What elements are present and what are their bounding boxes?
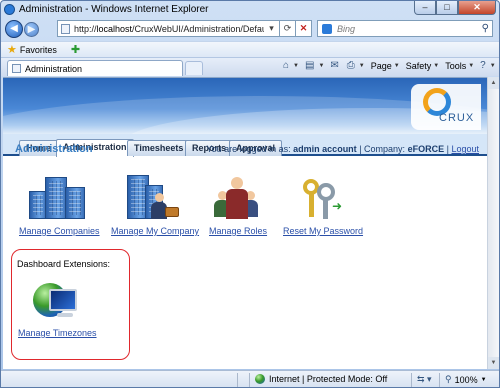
back-button[interactable]: ◀ (5, 20, 23, 38)
favorites-bar: ★ Favorites ✚ (1, 41, 499, 57)
browser-tab-label: Administration (25, 63, 83, 74)
protected-mode-icon[interactable]: ⇆ ▾ (417, 374, 432, 385)
favorites-button[interactable]: ★ Favorites (7, 43, 57, 56)
search-icon[interactable]: ⚲ (482, 23, 489, 34)
page-menu-label: Page (370, 60, 392, 71)
stop-icon[interactable]: ✕ (296, 20, 312, 37)
logo-text: CRUX (439, 112, 475, 124)
tile-reset-my-password: ➜ Reset My Password (283, 173, 363, 237)
zoom-icon: ⚲ (445, 374, 452, 384)
refresh-icon[interactable]: ⟳ (280, 20, 296, 37)
print-button[interactable]: ⎙ ▼ (347, 60, 365, 71)
tools-menu[interactable]: Tools ▼ (445, 61, 474, 71)
mail-icon: ✉ (330, 60, 339, 71)
reset-password-link[interactable]: Reset My Password (283, 226, 363, 236)
tile-manage-roles: Manage Roles (209, 173, 267, 237)
tile-manage-companies: Manage Companies (19, 173, 100, 237)
maximize-button[interactable]: □ (436, 1, 458, 15)
print-icon: ⎙ (346, 60, 355, 71)
manage-companies-link[interactable]: Manage Companies (19, 226, 100, 236)
monitor-icon (49, 289, 77, 311)
dashboard-extensions-title: Dashboard Extensions: (17, 259, 111, 269)
status-bar: Internet | Protected Mode: Off ⇆ ▾ ⚲ 100… (1, 370, 499, 387)
company-prefix: | Company: (359, 144, 406, 154)
address-buttons: ▾ ⟳ ✕ (264, 20, 312, 37)
new-tab-button[interactable] (185, 61, 203, 75)
app-banner: CRUX (3, 78, 487, 134)
people-icon (212, 173, 262, 221)
favorites-star-icon: ★ (7, 44, 17, 56)
internet-zone-icon (255, 374, 265, 384)
home-icon: ⌂ (283, 60, 290, 71)
title-bar: Administration - Windows Internet Explor… (1, 1, 499, 17)
buildings-icon (27, 173, 87, 221)
zone-text: Internet | Protected Mode: Off (269, 374, 388, 384)
browser-tab[interactable]: Administration (7, 60, 183, 76)
browser-window: Administration - Windows Internet Explor… (0, 0, 500, 388)
login-user: admin account (293, 144, 357, 154)
scroll-up-icon[interactable]: ▲ (488, 77, 499, 89)
security-zone[interactable]: Internet | Protected Mode: Off (255, 374, 387, 384)
logout-link[interactable]: Logout (451, 144, 479, 154)
page-menu[interactable]: Page ▼ (371, 61, 400, 71)
help-icon: ? (480, 60, 486, 71)
manage-roles-link[interactable]: Manage Roles (209, 226, 267, 236)
tools-menu-label: Tools (445, 60, 467, 71)
vertical-scrollbar[interactable]: ▲ ▼ (487, 77, 499, 369)
search-placeholder: Bing (337, 23, 356, 34)
feeds-button[interactable]: ▤ ▼ (305, 60, 324, 71)
url-prefix: http:// (74, 23, 97, 34)
add-favorite-icon[interactable]: ✚ (71, 43, 80, 56)
minimize-button[interactable]: – (414, 1, 436, 15)
manage-my-company-link[interactable]: Manage My Company (111, 226, 199, 236)
window-title: Administration - Windows Internet Explor… (19, 3, 209, 15)
login-info: You are logged in as: admin account | Co… (206, 144, 479, 154)
tile-manage-my-company: Manage My Company (111, 173, 199, 237)
help-menu[interactable]: ? ▼ (480, 60, 496, 71)
safety-menu[interactable]: Safety ▼ (406, 61, 439, 71)
scroll-down-icon[interactable]: ▼ (488, 357, 499, 369)
tab-page-icon (12, 64, 21, 73)
zoom-control[interactable]: ⚲ 100% ▼ (445, 374, 487, 385)
close-button[interactable]: ✕ (458, 1, 496, 15)
window-controls: – □ ✕ (414, 1, 496, 15)
compat-dropdown-icon[interactable]: ▾ (264, 20, 280, 37)
zoom-level: 100% (454, 374, 478, 385)
search-input[interactable]: Bing ⚲ (317, 20, 493, 37)
tab-bar: Administration ⌂ ▼ ▤ ▼ ✉ ⎙ ▼ Page ▼ Safety ▼ … (1, 57, 499, 76)
crux-logo: CRUX (411, 84, 481, 130)
login-prefix: You are logged in as: (206, 144, 291, 154)
navigation-bar: ◀ ▶ http://localhost/CruxWebUI/Administr… (1, 18, 499, 40)
page-title: Administration (15, 143, 93, 155)
forward-button[interactable]: ▶ (24, 21, 39, 37)
page-icon (61, 23, 70, 34)
keys-icon: ➜ (295, 173, 345, 221)
feeds-icon: ▤ (305, 60, 315, 71)
company-person-icon (121, 173, 181, 221)
safety-menu-label: Safety (405, 60, 432, 71)
command-bar: ⌂▼ ▤▼ ✉ ⎙▼ Page▼ Safety▼ Tools▼ ?▼ » (283, 60, 499, 71)
home-button[interactable]: ⌂ ▼ (283, 60, 299, 71)
url-host: localhost (96, 23, 133, 34)
company-name: eFORCE (407, 144, 445, 154)
logout-separator: | (446, 144, 449, 154)
bing-icon (322, 23, 332, 34)
tab-timesheets[interactable]: Timesheets (127, 140, 191, 156)
favorites-label: Favorites (19, 44, 57, 55)
mail-button[interactable]: ✉ (330, 60, 340, 71)
manage-timezones-link[interactable]: Manage Timezones (18, 328, 97, 338)
ie-logo-icon (4, 3, 15, 15)
